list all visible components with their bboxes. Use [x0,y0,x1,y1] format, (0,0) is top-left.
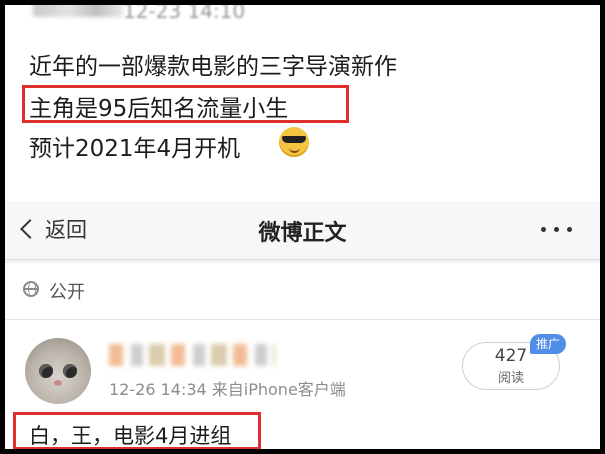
visibility-label: 公开 [49,282,85,303]
screenshot-frame: 12-23 14:10 近年的一部爆款电影的三字导演新作 主角是95后知名流量小… [0,0,605,454]
highlight-box-1 [22,85,349,123]
highlight-box-2 [13,412,261,449]
nav-bar: 返回 微博正文 [5,201,600,260]
top-post-line-1: 近年的一部爆款电影的三字导演新作 [29,54,397,80]
top-post-timestamp: 12-23 14:10 [123,0,246,23]
blurred-username[interactable] [109,344,275,366]
top-post-line-3: 预计2021年4月开机 [29,136,241,162]
more-dots-icon [541,227,546,232]
read-label: 阅读 [497,371,524,386]
page-title: 微博正文 [258,221,347,246]
promo-badge: 推广 [529,334,566,354]
more-button[interactable] [541,217,572,232]
globe-icon [23,281,39,297]
weibo-detail: 返回 微博正文 公开 12-26 14:34 来自iPhone客户端 427 阅… [5,201,600,449]
post-body: 12-26 14:34 来自iPhone客户端 427 阅读 推广 白，王，电影… [5,320,600,449]
blurred-username [33,5,123,17]
top-post: 12-23 14:10 近年的一部爆款电影的三字导演新作 主角是95后知名流量小… [5,5,600,201]
sunglasses-emoji-icon [279,127,309,157]
avatar[interactable] [25,338,91,404]
post-meta: 12-26 14:34 来自iPhone客户端 [109,380,346,399]
visibility-row: 公开 [5,263,600,320]
